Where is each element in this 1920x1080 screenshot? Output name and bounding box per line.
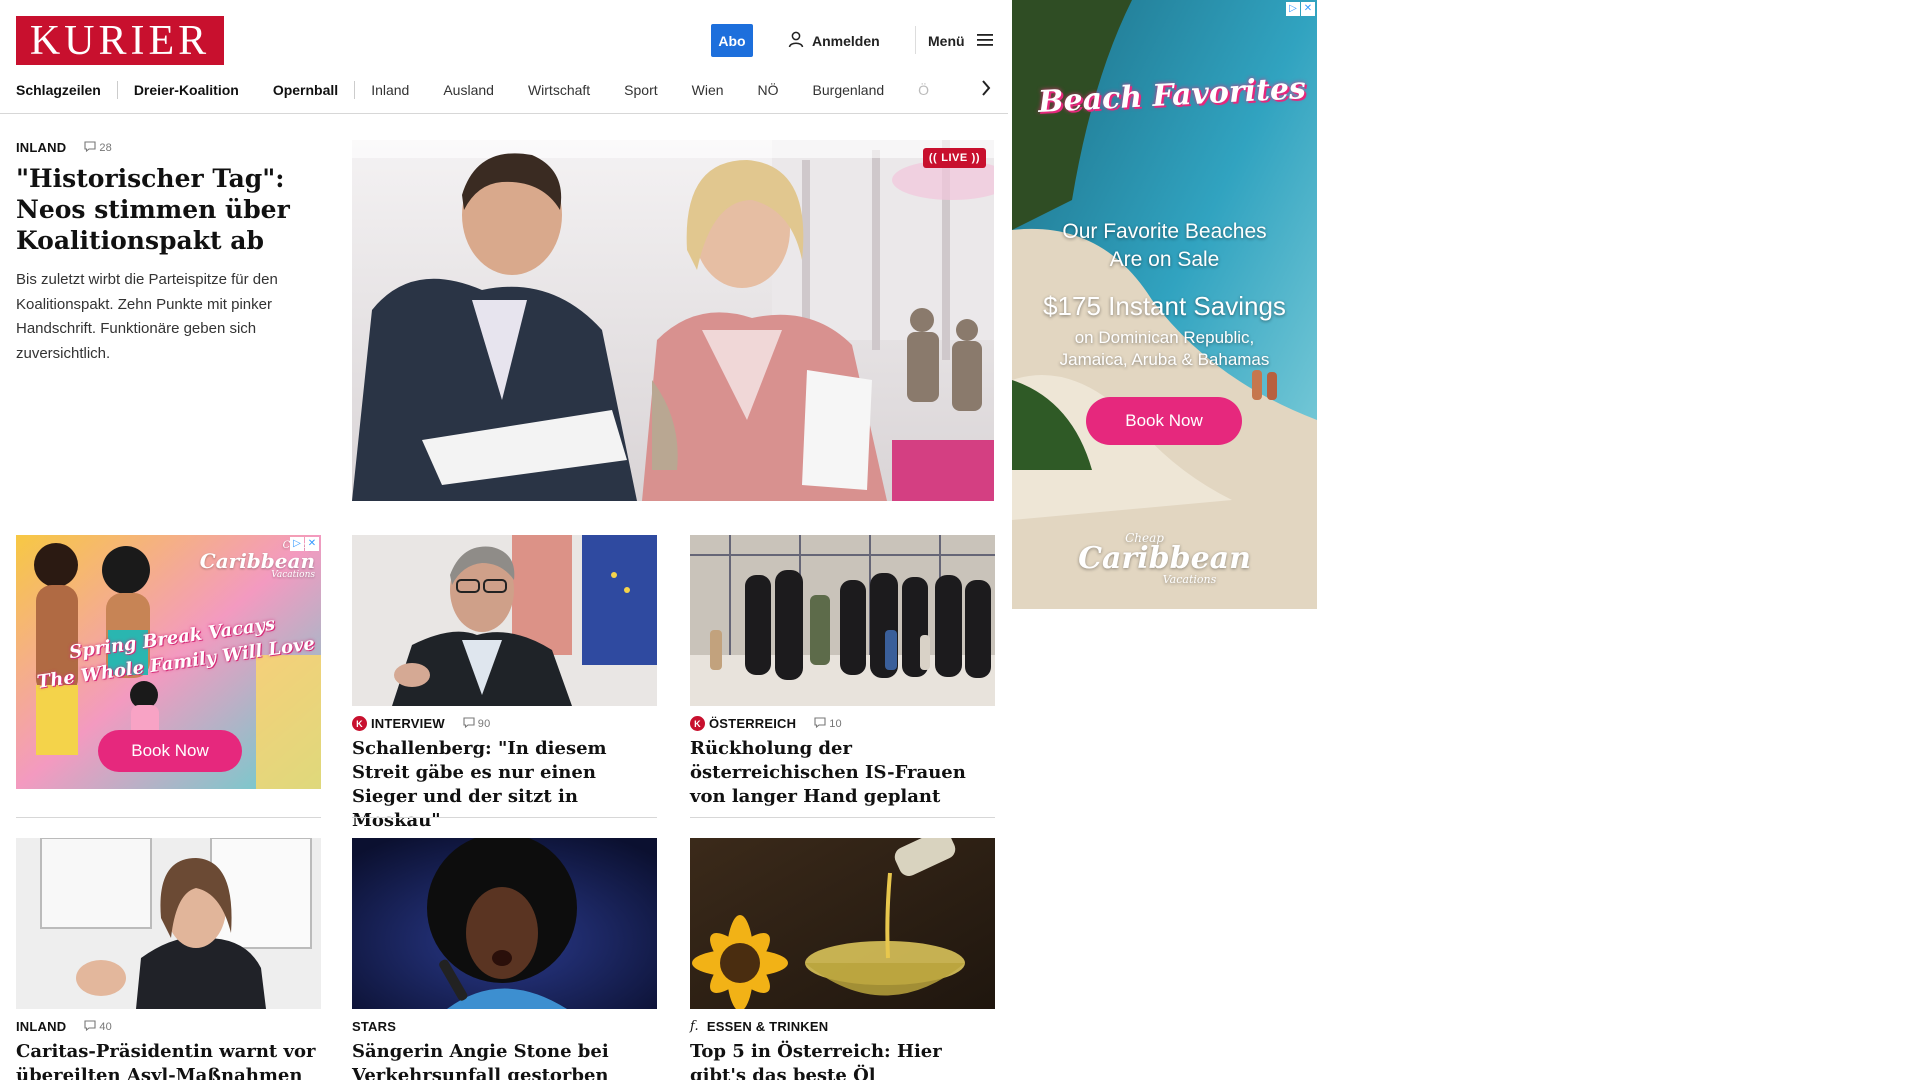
article-kicker: K ÖSTERREICH 10	[690, 716, 995, 731]
login-button[interactable]: Anmelden	[788, 30, 880, 52]
article-card[interactable]: K ÖSTERREICH 10 Rückholung der österreic…	[690, 535, 995, 809]
article-photo[interactable]	[690, 535, 995, 706]
nav-item-wien[interactable]: Wien	[692, 82, 724, 98]
article-headline[interactable]: Sängerin Angie Stone bei Verkehrsunfall …	[352, 1040, 657, 1080]
kicker-label: INLAND	[16, 140, 67, 155]
lead-photo[interactable]: (( LIVE ))	[352, 140, 994, 501]
ad-choices[interactable]: ▷ ✕	[1286, 2, 1315, 16]
article-card[interactable]: K INTERVIEW 90 Schallenberg: "In diesem …	[352, 535, 657, 833]
live-badge: (( LIVE ))	[922, 148, 986, 168]
ad-book-now-button[interactable]: Book Now	[98, 730, 242, 772]
ad-choices[interactable]: ▷ ✕	[290, 537, 319, 551]
nav-scroll-right-button[interactable]	[972, 76, 1000, 104]
section-nav: Schlagzeilen Dreier-Koalition Opernball …	[16, 78, 988, 102]
article-photo-image	[690, 535, 995, 706]
ad-brand: Cheap Caribbean Vacations	[1078, 531, 1251, 586]
live-label: LIVE	[941, 152, 968, 164]
article-headline[interactable]: Schallenberg: "In diesem Streit gäbe es …	[352, 737, 657, 833]
nav-item-sport[interactable]: Sport	[624, 82, 657, 98]
article-headline[interactable]: Top 5 in Österreich: Hier gibt's das bes…	[690, 1040, 995, 1080]
article-photo[interactable]	[352, 535, 657, 706]
comment-icon	[814, 716, 826, 731]
menu-button[interactable]: Menü	[928, 30, 993, 52]
close-icon[interactable]: ✕	[305, 537, 319, 551]
article-kicker: K INTERVIEW 90	[352, 716, 657, 731]
advertisement-small[interactable]: Cheap Caribbean Vacations Spring Break V…	[16, 535, 321, 789]
nav-item-burgenland[interactable]: Burgenland	[813, 82, 885, 98]
live-signal-icon: ))	[971, 152, 980, 164]
article-photo-image	[16, 838, 321, 1009]
article-photo[interactable]	[352, 838, 657, 1009]
ad-copy: Our Favorite Beaches Are on Sale $175 In…	[1043, 220, 1286, 369]
kicker-label: STARS	[352, 1019, 397, 1034]
nav-item-wirtschaft[interactable]: Wirtschaft	[528, 82, 590, 98]
nav-item-oe[interactable]: Ö	[918, 82, 929, 98]
kicker-label: ESSEN & TRINKEN	[706, 1019, 829, 1034]
kicker-label: INTERVIEW	[371, 716, 445, 731]
comment-count[interactable]: 40	[84, 1019, 112, 1034]
close-icon[interactable]: ✕	[1301, 2, 1315, 16]
divider	[690, 817, 995, 818]
divider	[915, 26, 916, 54]
comment-count[interactable]: 10	[814, 716, 842, 731]
lead-article[interactable]: INLAND 28 "Historischer Tag": Neos stimm…	[16, 140, 316, 366]
comment-icon	[463, 716, 475, 731]
article-photo-image	[690, 838, 995, 1009]
comment-count-value: 40	[99, 1020, 112, 1033]
nav-item-dreier-koalition[interactable]: Dreier-Koalition	[134, 82, 239, 98]
user-icon	[788, 31, 804, 51]
article-photo-image	[352, 838, 657, 1009]
essen-badge: f.	[690, 1019, 699, 1034]
comment-count[interactable]: 90	[463, 716, 491, 731]
article-kicker: STARS	[352, 1019, 657, 1034]
comment-count-value: 10	[829, 717, 842, 730]
divider	[352, 817, 657, 818]
comment-count[interactable]: 28	[84, 140, 112, 155]
nav-item-noe[interactable]: NÖ	[758, 82, 779, 98]
menu-label: Menü	[928, 33, 965, 49]
nav-divider	[116, 81, 118, 99]
adchoices-icon[interactable]: ▷	[1286, 2, 1300, 16]
article-headline[interactable]: Caritas-Präsidentin warnt vor übereilten…	[16, 1040, 321, 1080]
nav-divider	[354, 81, 356, 99]
article-headline[interactable]: Rückholung der österreichischen IS-Fraue…	[690, 737, 995, 809]
login-label: Anmelden	[812, 33, 880, 49]
article-kicker: INLAND 40	[16, 1019, 321, 1034]
kurier-plus-badge: K	[352, 716, 367, 731]
article-card[interactable]: f. ESSEN & TRINKEN Top 5 in Österreich: …	[690, 838, 995, 1080]
article-photo-image	[352, 535, 657, 706]
comment-icon	[84, 140, 96, 155]
article-photo[interactable]	[690, 838, 995, 1009]
lead-kicker: INLAND 28	[16, 140, 316, 155]
chevron-right-icon	[981, 79, 991, 101]
lead-teaser: Bis zuletzt wirbt die Parteispitze für d…	[16, 271, 278, 362]
nav-item-inland[interactable]: Inland	[371, 82, 409, 98]
lead-photo-image	[352, 140, 994, 501]
kurier-plus-badge: K	[690, 716, 705, 731]
article-kicker: f. ESSEN & TRINKEN	[690, 1019, 995, 1034]
live-signal-icon: ((	[928, 152, 938, 164]
hamburger-icon	[976, 33, 993, 50]
comment-count-value: 90	[477, 717, 491, 730]
nav-item-opernball[interactable]: Opernball	[273, 82, 338, 98]
nav-item-schlagzeilen[interactable]: Schlagzeilen	[16, 82, 101, 98]
article-card[interactable]: STARS Sängerin Angie Stone bei Verkehrsu…	[352, 838, 657, 1080]
comment-icon	[84, 1019, 96, 1034]
article-photo[interactable]	[16, 838, 321, 1009]
adchoices-icon[interactable]: ▷	[290, 537, 304, 551]
site-header: KURIER Abo Anmelden Menü Schlagzeilen Dr…	[0, 0, 1008, 114]
divider	[16, 817, 321, 818]
comment-count-value: 28	[99, 141, 112, 154]
nav-item-ausland[interactable]: Ausland	[443, 82, 494, 98]
advertisement-skyscraper[interactable]: Beach Favorites Our Favorite Beaches Are…	[1012, 0, 1317, 609]
lead-headline[interactable]: "Historischer Tag": Neos stimmen über Ko…	[16, 163, 316, 256]
ad-book-now-button[interactable]: Book Now	[1086, 397, 1242, 445]
kurier-logo[interactable]: KURIER	[16, 16, 224, 65]
abo-button[interactable]: Abo	[711, 24, 753, 57]
kicker-label: ÖSTERREICH	[709, 716, 797, 731]
article-card[interactable]: INLAND 40 Caritas-Präsidentin warnt vor …	[16, 838, 321, 1080]
kicker-label: INLAND	[16, 1019, 67, 1034]
